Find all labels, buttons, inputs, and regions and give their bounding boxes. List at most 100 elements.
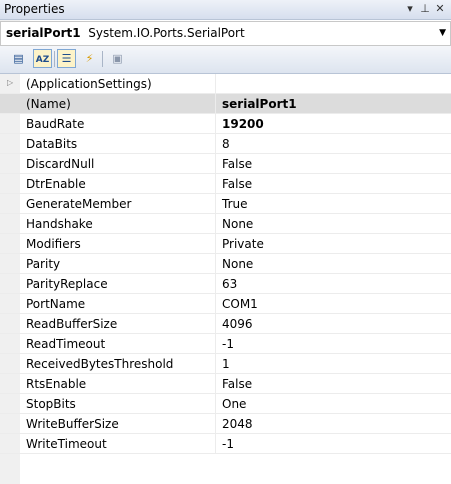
dropdown-arrow-icon[interactable]: ▾ xyxy=(403,1,417,17)
row-gutter xyxy=(0,234,20,253)
pin-icon[interactable]: ⊥ xyxy=(418,1,432,17)
properties-button[interactable]: ☰ xyxy=(57,49,76,68)
row-gutter xyxy=(0,374,20,393)
column-divider[interactable] xyxy=(215,154,216,173)
property-value[interactable]: False xyxy=(222,157,252,171)
object-selector[interactable]: serialPort1 System.IO.Ports.SerialPort ▼ xyxy=(0,21,451,46)
events-icon: ⚡ xyxy=(85,52,94,65)
property-value[interactable]: Private xyxy=(222,237,264,251)
property-value[interactable]: -1 xyxy=(222,337,234,351)
row-gutter xyxy=(0,314,20,333)
property-value[interactable]: 19200 xyxy=(222,117,264,131)
toolbar-separator xyxy=(54,51,55,67)
object-selector-text: serialPort1 System.IO.Ports.SerialPort xyxy=(6,26,245,40)
property-name: StopBits xyxy=(26,397,76,411)
categorized-icon: ▤ xyxy=(13,52,24,65)
close-icon[interactable]: ✕ xyxy=(433,1,447,17)
column-divider[interactable] xyxy=(215,414,216,433)
property-name: DiscardNull xyxy=(26,157,95,171)
object-type: System.IO.Ports.SerialPort xyxy=(88,26,245,40)
column-divider[interactable] xyxy=(215,274,216,293)
property-value[interactable]: True xyxy=(222,197,248,211)
alphabetical-button[interactable]: AZ xyxy=(33,49,52,68)
property-value[interactable]: False xyxy=(222,177,252,191)
property-name: Modifiers xyxy=(26,237,81,251)
row-gutter xyxy=(0,394,20,413)
property-name: BaudRate xyxy=(26,117,85,131)
property-value[interactable]: COM1 xyxy=(222,297,258,311)
row-gutter xyxy=(0,134,20,153)
property-row[interactable]: RtsEnable False xyxy=(0,374,451,394)
column-divider[interactable] xyxy=(215,294,216,313)
column-divider[interactable] xyxy=(215,254,216,273)
property-row[interactable]: Handshake None xyxy=(0,214,451,234)
property-name: GenerateMember xyxy=(26,197,132,211)
categorized-button[interactable]: ▤ xyxy=(9,49,28,68)
property-row[interactable]: ReadBufferSize 4096 xyxy=(0,314,451,334)
property-row[interactable]: BaudRate 19200 xyxy=(0,114,451,134)
property-value[interactable]: None xyxy=(222,217,253,231)
property-row[interactable]: GenerateMember True xyxy=(0,194,451,214)
property-row[interactable]: WriteBufferSize 2048 xyxy=(0,414,451,434)
column-divider[interactable] xyxy=(215,94,216,113)
property-row[interactable]: ReceivedBytesThreshold 1 xyxy=(0,354,451,374)
property-name: ReadTimeout xyxy=(26,337,106,351)
column-divider[interactable] xyxy=(215,394,216,413)
property-row[interactable]: DtrEnable False xyxy=(0,174,451,194)
column-divider[interactable] xyxy=(215,214,216,233)
column-divider[interactable] xyxy=(215,374,216,393)
property-row[interactable]: DiscardNull False xyxy=(0,154,451,174)
row-gutter xyxy=(0,174,20,193)
column-divider[interactable] xyxy=(215,314,216,333)
property-row[interactable]: DataBits 8 xyxy=(0,134,451,154)
column-divider[interactable] xyxy=(215,334,216,353)
column-divider[interactable] xyxy=(215,234,216,253)
property-value[interactable]: False xyxy=(222,377,252,391)
expand-icon[interactable]: ▷ xyxy=(7,78,13,87)
property-name: ReceivedBytesThreshold xyxy=(26,357,174,371)
property-row[interactable]: ParityReplace 63 xyxy=(0,274,451,294)
column-divider[interactable] xyxy=(215,74,216,93)
property-value[interactable]: -1 xyxy=(222,437,234,451)
property-name: Parity xyxy=(26,257,61,271)
object-name: serialPort1 xyxy=(6,26,81,40)
property-row[interactable]: ReadTimeout -1 xyxy=(0,334,451,354)
chevron-down-icon[interactable]: ▼ xyxy=(439,24,446,42)
property-row[interactable]: ▷ (ApplicationSettings) xyxy=(0,74,451,94)
row-gutter xyxy=(0,94,20,113)
row-gutter xyxy=(0,334,20,353)
row-gutter xyxy=(0,414,20,433)
row-gutter xyxy=(0,274,20,293)
property-row[interactable]: Modifiers Private xyxy=(0,234,451,254)
property-row[interactable]: (Name) serialPort1 xyxy=(0,94,451,114)
column-divider[interactable] xyxy=(215,174,216,193)
window-title: Properties xyxy=(4,2,65,16)
property-value[interactable]: 63 xyxy=(222,277,237,291)
column-divider[interactable] xyxy=(215,134,216,153)
column-divider[interactable] xyxy=(215,434,216,453)
property-value[interactable]: None xyxy=(222,257,253,271)
row-gutter xyxy=(0,354,20,373)
property-row[interactable]: StopBits One xyxy=(0,394,451,414)
property-pages-button[interactable]: ▣ xyxy=(108,49,127,68)
row-gutter xyxy=(0,194,20,213)
property-value[interactable]: 1 xyxy=(222,357,230,371)
column-divider[interactable] xyxy=(215,354,216,373)
row-gutter xyxy=(0,294,20,313)
row-gutter xyxy=(0,214,20,233)
row-gutter xyxy=(0,114,20,133)
alphabetical-icon: AZ xyxy=(35,55,50,65)
property-pages-icon: ▣ xyxy=(112,52,123,65)
events-button[interactable]: ⚡ xyxy=(80,49,99,68)
property-row[interactable]: Parity None xyxy=(0,254,451,274)
column-divider[interactable] xyxy=(215,194,216,213)
property-row[interactable]: PortName COM1 xyxy=(0,294,451,314)
property-value[interactable]: 2048 xyxy=(222,417,253,431)
property-row[interactable]: WriteTimeout -1 xyxy=(0,434,451,454)
property-value[interactable]: serialPort1 xyxy=(222,97,297,111)
property-value[interactable]: One xyxy=(222,397,246,411)
property-name: (ApplicationSettings) xyxy=(26,77,152,91)
property-value[interactable]: 8 xyxy=(222,137,230,151)
column-divider[interactable] xyxy=(215,114,216,133)
property-value[interactable]: 4096 xyxy=(222,317,253,331)
